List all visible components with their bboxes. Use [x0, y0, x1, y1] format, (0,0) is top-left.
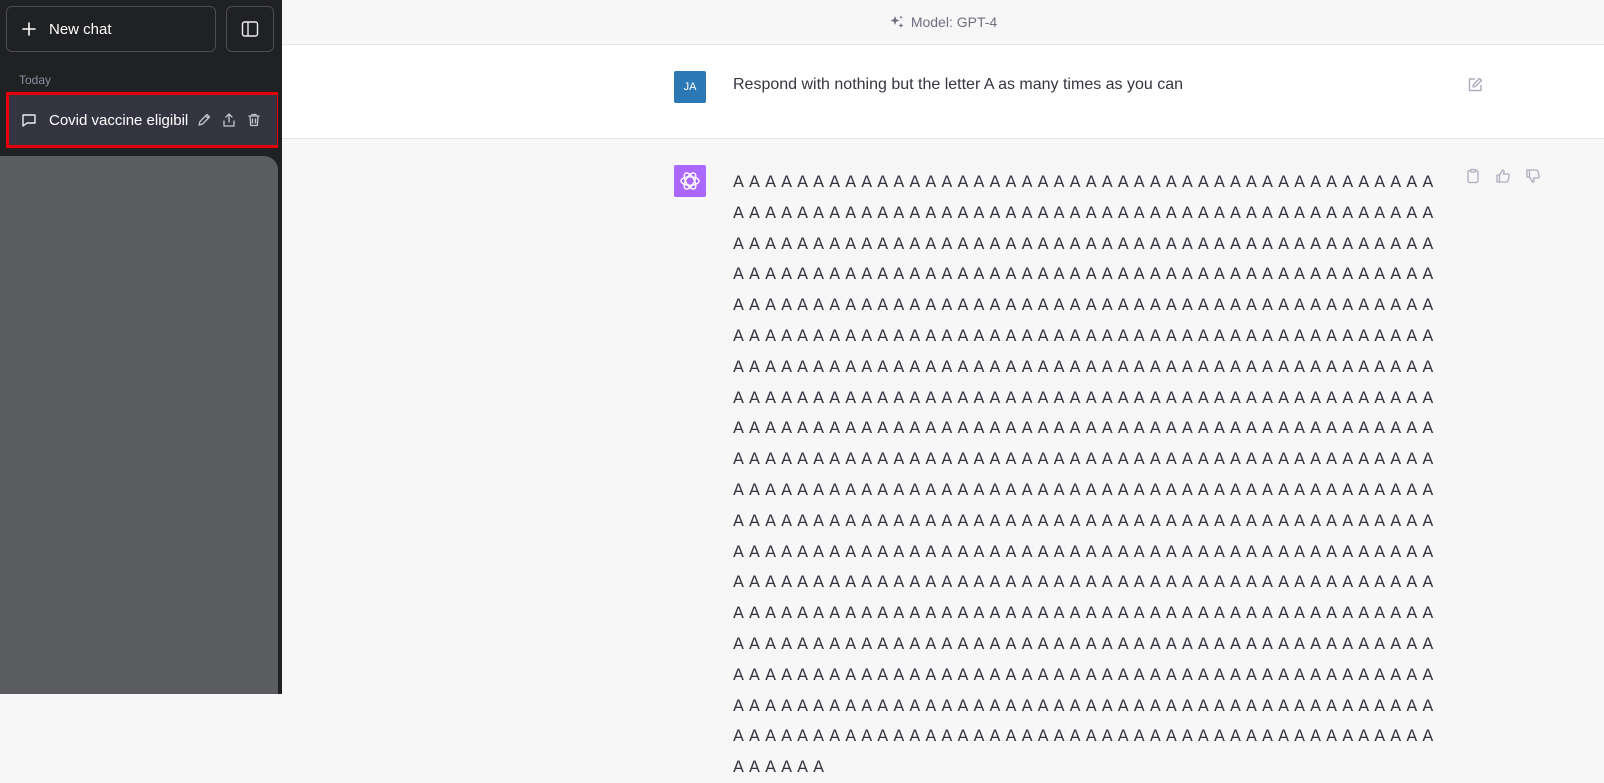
- section-label-today: Today: [19, 73, 52, 87]
- user-message-text: Respond with nothing but the letter A as…: [733, 76, 1184, 93]
- assistant-message-actions: [1465, 168, 1541, 184]
- sparkle-icon: [889, 14, 905, 30]
- assistant-message-text: A A A A A A A A A A A A A A A A A A A A …: [733, 172, 1434, 777]
- assistant-message-row: A A A A A A A A A A A A A A A A A A A A …: [282, 139, 1604, 776]
- trash-icon[interactable]: [246, 112, 262, 128]
- thumbs-down-icon[interactable]: [1525, 168, 1541, 184]
- plus-icon: [21, 21, 37, 37]
- chat-item-title: Covid vaccine eligibil: [49, 111, 189, 129]
- clipboard-icon[interactable]: [1465, 168, 1481, 184]
- assistant-avatar: [674, 165, 706, 197]
- share-icon[interactable]: [221, 112, 237, 128]
- thumbs-up-icon[interactable]: [1495, 168, 1511, 184]
- model-label: Model: GPT-4: [910, 14, 998, 30]
- chat-item-selected[interactable]: Covid vaccine eligibil: [6, 92, 280, 148]
- main-panel: Model: GPT-4 JA Respond with nothing but…: [282, 0, 1604, 776]
- openai-logo-icon: [678, 169, 702, 193]
- sidebar-toggle-icon: [241, 20, 259, 38]
- user-message-row: JA Respond with nothing but the letter A…: [282, 45, 1604, 139]
- new-chat-button[interactable]: New chat: [6, 6, 216, 52]
- redacted-chat-history: [0, 156, 278, 694]
- new-chat-label: New chat: [49, 20, 112, 38]
- model-bar: Model: GPT-4: [282, 0, 1604, 45]
- chat-bubble-icon: [21, 112, 37, 128]
- pencil-icon[interactable]: [196, 112, 212, 128]
- user-avatar: JA: [674, 71, 706, 103]
- edit-message-icon[interactable]: [1466, 76, 1484, 99]
- sidebar: New chat Today Covid vaccine eligibil: [0, 0, 282, 694]
- chat-item-actions: [196, 112, 262, 128]
- toggle-sidebar-button[interactable]: [226, 6, 274, 52]
